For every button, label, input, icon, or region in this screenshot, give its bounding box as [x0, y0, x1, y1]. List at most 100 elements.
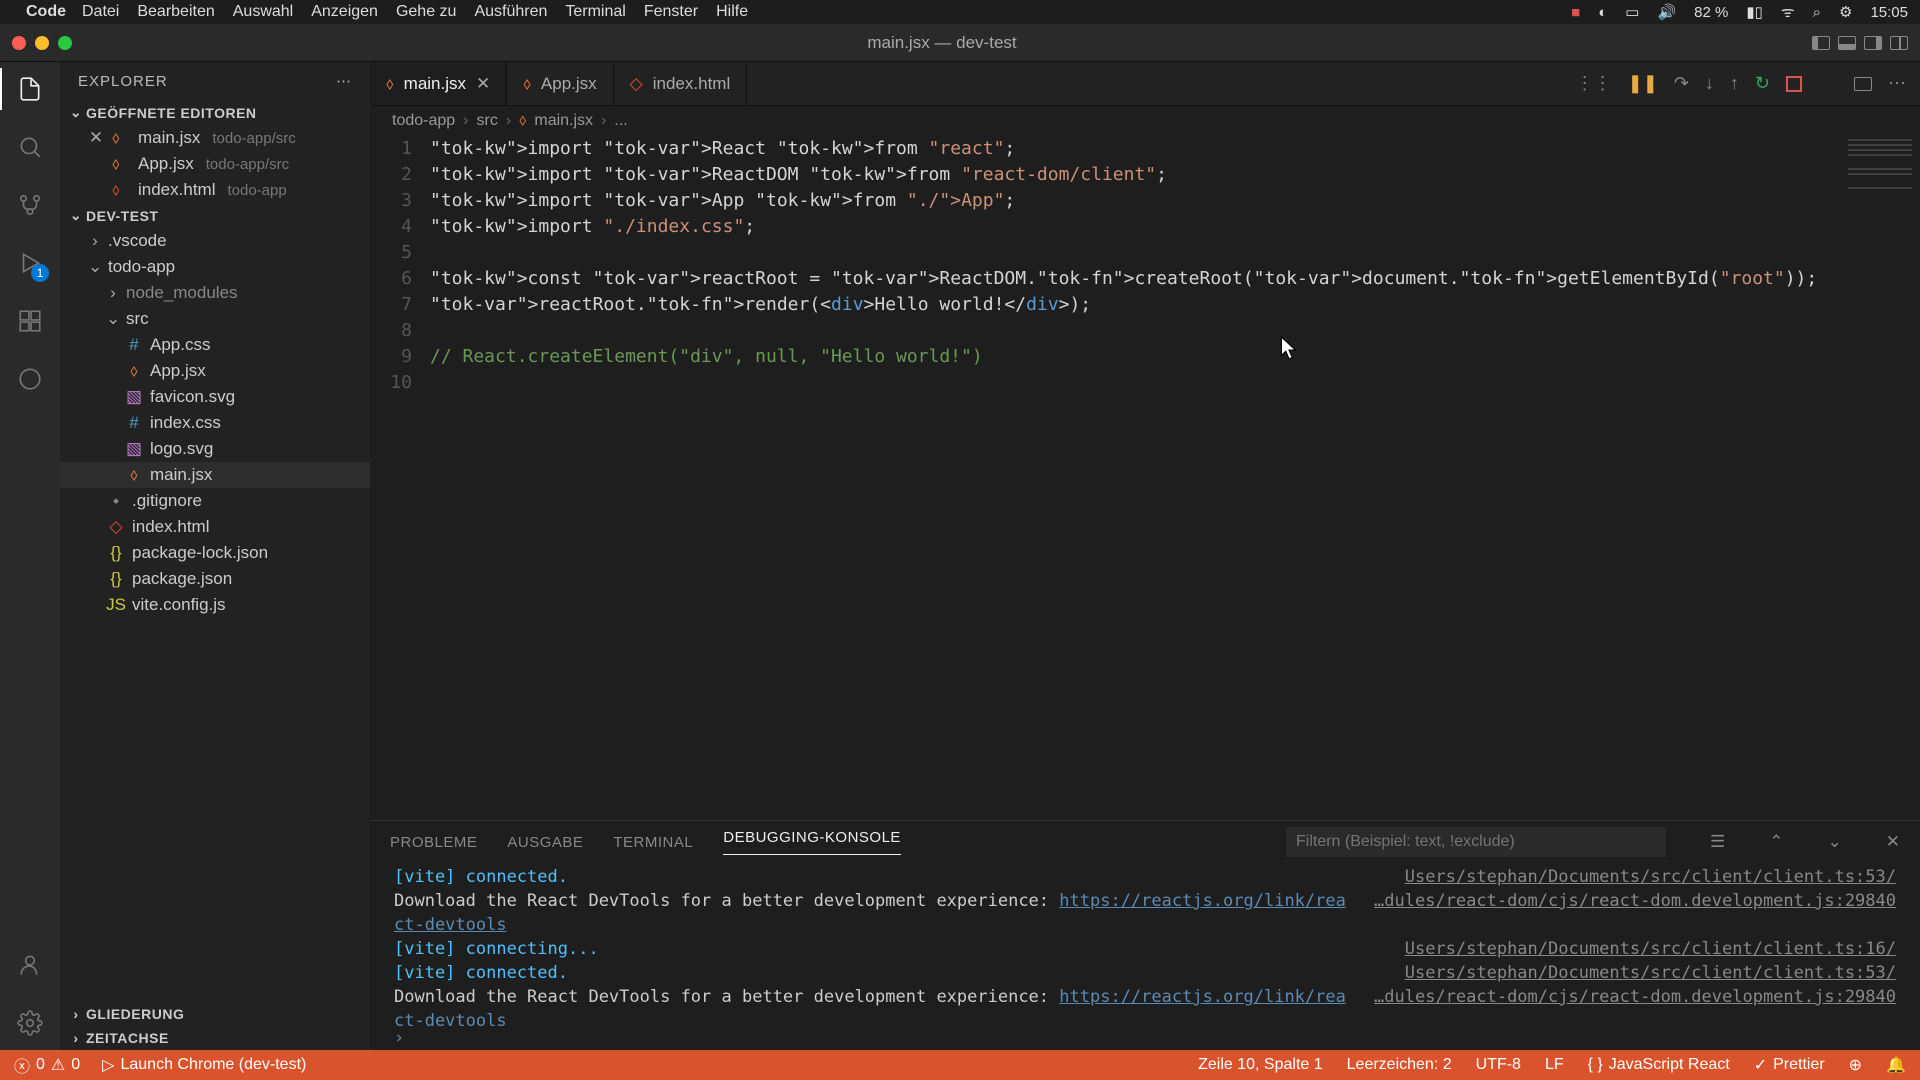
status-encoding[interactable]: UTF-8	[1476, 1055, 1521, 1075]
recording-icon[interactable]: ■	[1571, 4, 1580, 21]
editor-tab[interactable]: ⬨App.jsx	[507, 62, 613, 105]
panel-collapse-icon[interactable]: ⌃	[1769, 832, 1783, 852]
menu-gehezu[interactable]: Gehe zu	[396, 3, 456, 21]
tree-folder-node-modules[interactable]: ›node_modules	[60, 280, 370, 306]
source-location[interactable]: …dules/react-dom/cjs/react-dom.developme…	[1374, 889, 1896, 913]
open-editor-item[interactable]: ✕⬨App.jsxtodo-app/src	[60, 151, 370, 177]
timeline-section[interactable]: ›ZEITACHSE	[60, 1026, 370, 1050]
filter-settings-icon[interactable]: ☰	[1710, 832, 1725, 852]
open-editor-item[interactable]: ✕⬨main.jsxtodo-app/src	[60, 125, 370, 151]
menu-ausfuehren[interactable]: Ausführen	[474, 3, 547, 21]
wifi-icon[interactable]: ᯤ	[1781, 2, 1795, 22]
battery-icon[interactable]: ▮▯	[1746, 3, 1763, 21]
source-location[interactable]: Users/stephan/Documents/src/client/clien…	[1405, 961, 1896, 985]
menu-fenster[interactable]: Fenster	[644, 3, 698, 21]
close-tab-icon[interactable]: ✕	[476, 74, 490, 94]
tree-file-app-jsx[interactable]: ⬨App.jsx	[60, 358, 370, 384]
debug-repl-input[interactable]: ›	[370, 1026, 1920, 1050]
editor-tab[interactable]: ◇index.html	[614, 62, 748, 105]
editor-tab[interactable]: ⬨main.jsx✕	[370, 62, 507, 105]
toggle-secondary-sidebar-button[interactable]	[1864, 36, 1882, 50]
display-icon[interactable]: ▭	[1625, 3, 1639, 21]
close-icon[interactable]: ✕	[88, 128, 104, 148]
source-location[interactable]: …dules/react-dom/cjs/react-dom.developme…	[1374, 985, 1896, 1009]
editor-more-icon[interactable]: ⋯	[1888, 73, 1906, 94]
tree-file-logo[interactable]: ▧logo.svg	[60, 436, 370, 462]
tab-debug-console[interactable]: DEBUGGING-KONSOLE	[723, 829, 901, 855]
drag-handle-icon[interactable]: ⋮⋮	[1576, 73, 1612, 94]
stop-button[interactable]	[1786, 76, 1802, 92]
tree-file-main-jsx[interactable]: ⬨main.jsx	[60, 462, 370, 488]
step-out-button[interactable]: ↑	[1730, 73, 1739, 94]
step-into-button[interactable]: ↓	[1705, 73, 1714, 94]
customize-layout-button[interactable]	[1890, 36, 1908, 50]
tree-file-pkg[interactable]: {}package.json	[60, 566, 370, 592]
menu-hilfe[interactable]: Hilfe	[716, 3, 748, 21]
tab-output[interactable]: AUSGABE	[507, 834, 583, 851]
minimap[interactable]	[1840, 136, 1920, 820]
dnd-icon[interactable]: ◐	[1598, 4, 1607, 21]
maximize-window-button[interactable]	[58, 36, 72, 50]
close-window-button[interactable]	[12, 36, 26, 50]
tree-file-vite[interactable]: JSvite.config.js	[60, 592, 370, 618]
toggle-panel-button[interactable]	[1838, 36, 1856, 50]
menu-terminal[interactable]: Terminal	[565, 3, 625, 21]
settings-gear-icon[interactable]	[15, 1008, 45, 1038]
toggle-primary-sidebar-button[interactable]	[1812, 36, 1830, 50]
run-debug-icon[interactable]: 1	[15, 248, 45, 278]
project-section[interactable]: ⌄DEV-TEST	[60, 203, 370, 228]
menu-anzeigen[interactable]: Anzeigen	[311, 3, 378, 21]
debug-filter-input[interactable]	[1286, 827, 1666, 857]
search-icon[interactable]: ⌕	[1813, 4, 1821, 21]
open-editors-section[interactable]: ⌄GEÖFFNETE EDITOREN	[60, 100, 370, 125]
tab-problems[interactable]: PROBLEME	[390, 834, 477, 851]
menu-datei[interactable]: Datei	[82, 3, 119, 21]
code-editor[interactable]: 12345678910 "tok-kw">import "tok-var">Re…	[370, 136, 1920, 820]
tab-terminal[interactable]: TERMINAL	[613, 834, 693, 851]
source-control-icon[interactable]	[15, 190, 45, 220]
pause-button[interactable]: ❚❚	[1628, 73, 1658, 94]
status-cursor-position[interactable]: Zeile 10, Spalte 1	[1198, 1055, 1323, 1075]
restart-button[interactable]: ↻	[1755, 73, 1770, 94]
account-icon[interactable]	[15, 950, 45, 980]
step-over-button[interactable]: ↷	[1674, 73, 1689, 94]
breadcrumb[interactable]: todo-app› src› ⬨main.jsx› ...	[370, 106, 1920, 136]
search-activity-icon[interactable]	[15, 132, 45, 162]
source-location[interactable]: Users/stephan/Documents/src/client/clien…	[1405, 937, 1896, 961]
minimize-window-button[interactable]	[35, 36, 49, 50]
tree-folder-vscode[interactable]: ›.vscode	[60, 228, 370, 254]
status-bell-icon[interactable]: 🔔	[1886, 1055, 1906, 1075]
tree-file-gitignore[interactable]: ⬩.gitignore	[60, 488, 370, 514]
tree-file-favicon[interactable]: ▧favicon.svg	[60, 384, 370, 410]
app-name[interactable]: Code	[26, 3, 66, 21]
explorer-more-icon[interactable]: ⋯	[336, 72, 352, 90]
control-center-icon[interactable]: ⚙	[1839, 3, 1852, 21]
volume-icon[interactable]: 🔊	[1657, 3, 1676, 21]
status-errors[interactable]: ⓧ 0 ⚠ 0	[14, 1053, 80, 1077]
open-editor-item[interactable]: ✕⬨index.htmltodo-app	[60, 177, 370, 203]
split-editor-button[interactable]	[1854, 77, 1872, 91]
panel-maximize-icon[interactable]: ⌄	[1828, 832, 1842, 852]
status-indentation[interactable]: Leerzeichen: 2	[1347, 1055, 1452, 1075]
status-launch-config[interactable]: ▷ Launch Chrome (dev-test)	[102, 1055, 306, 1075]
panel-close-icon[interactable]: ✕	[1886, 832, 1900, 852]
extensions-icon[interactable]	[15, 306, 45, 336]
menu-bearbeiten[interactable]: Bearbeiten	[137, 3, 214, 21]
tree-file-app-css[interactable]: #App.css	[60, 332, 370, 358]
explorer-icon[interactable]	[15, 74, 45, 104]
outline-section[interactable]: ›GLIEDERUNG	[60, 1002, 370, 1026]
status-feedback-icon[interactable]: ⊕	[1849, 1055, 1862, 1075]
tree-folder-src[interactable]: ⌄src	[60, 306, 370, 332]
menu-auswahl[interactable]: Auswahl	[233, 3, 293, 21]
remote-icon[interactable]	[15, 364, 45, 394]
tree-file-index-css[interactable]: #index.css	[60, 410, 370, 436]
status-language[interactable]: { } JavaScript React	[1588, 1055, 1730, 1075]
tree-file-pkg-lock[interactable]: {}package-lock.json	[60, 540, 370, 566]
status-eol[interactable]: LF	[1545, 1055, 1564, 1075]
debug-console-output[interactable]: [vite] connected.Users/stephan/Documents…	[370, 863, 1920, 1026]
tree-folder-todo-app[interactable]: ⌄todo-app	[60, 254, 370, 280]
source-location[interactable]: Users/stephan/Documents/src/client/clien…	[1405, 865, 1896, 889]
status-prettier[interactable]: ✓ Prettier	[1754, 1055, 1825, 1075]
clock[interactable]: 15:05	[1870, 4, 1908, 21]
tree-file-index-html[interactable]: ◇index.html	[60, 514, 370, 540]
